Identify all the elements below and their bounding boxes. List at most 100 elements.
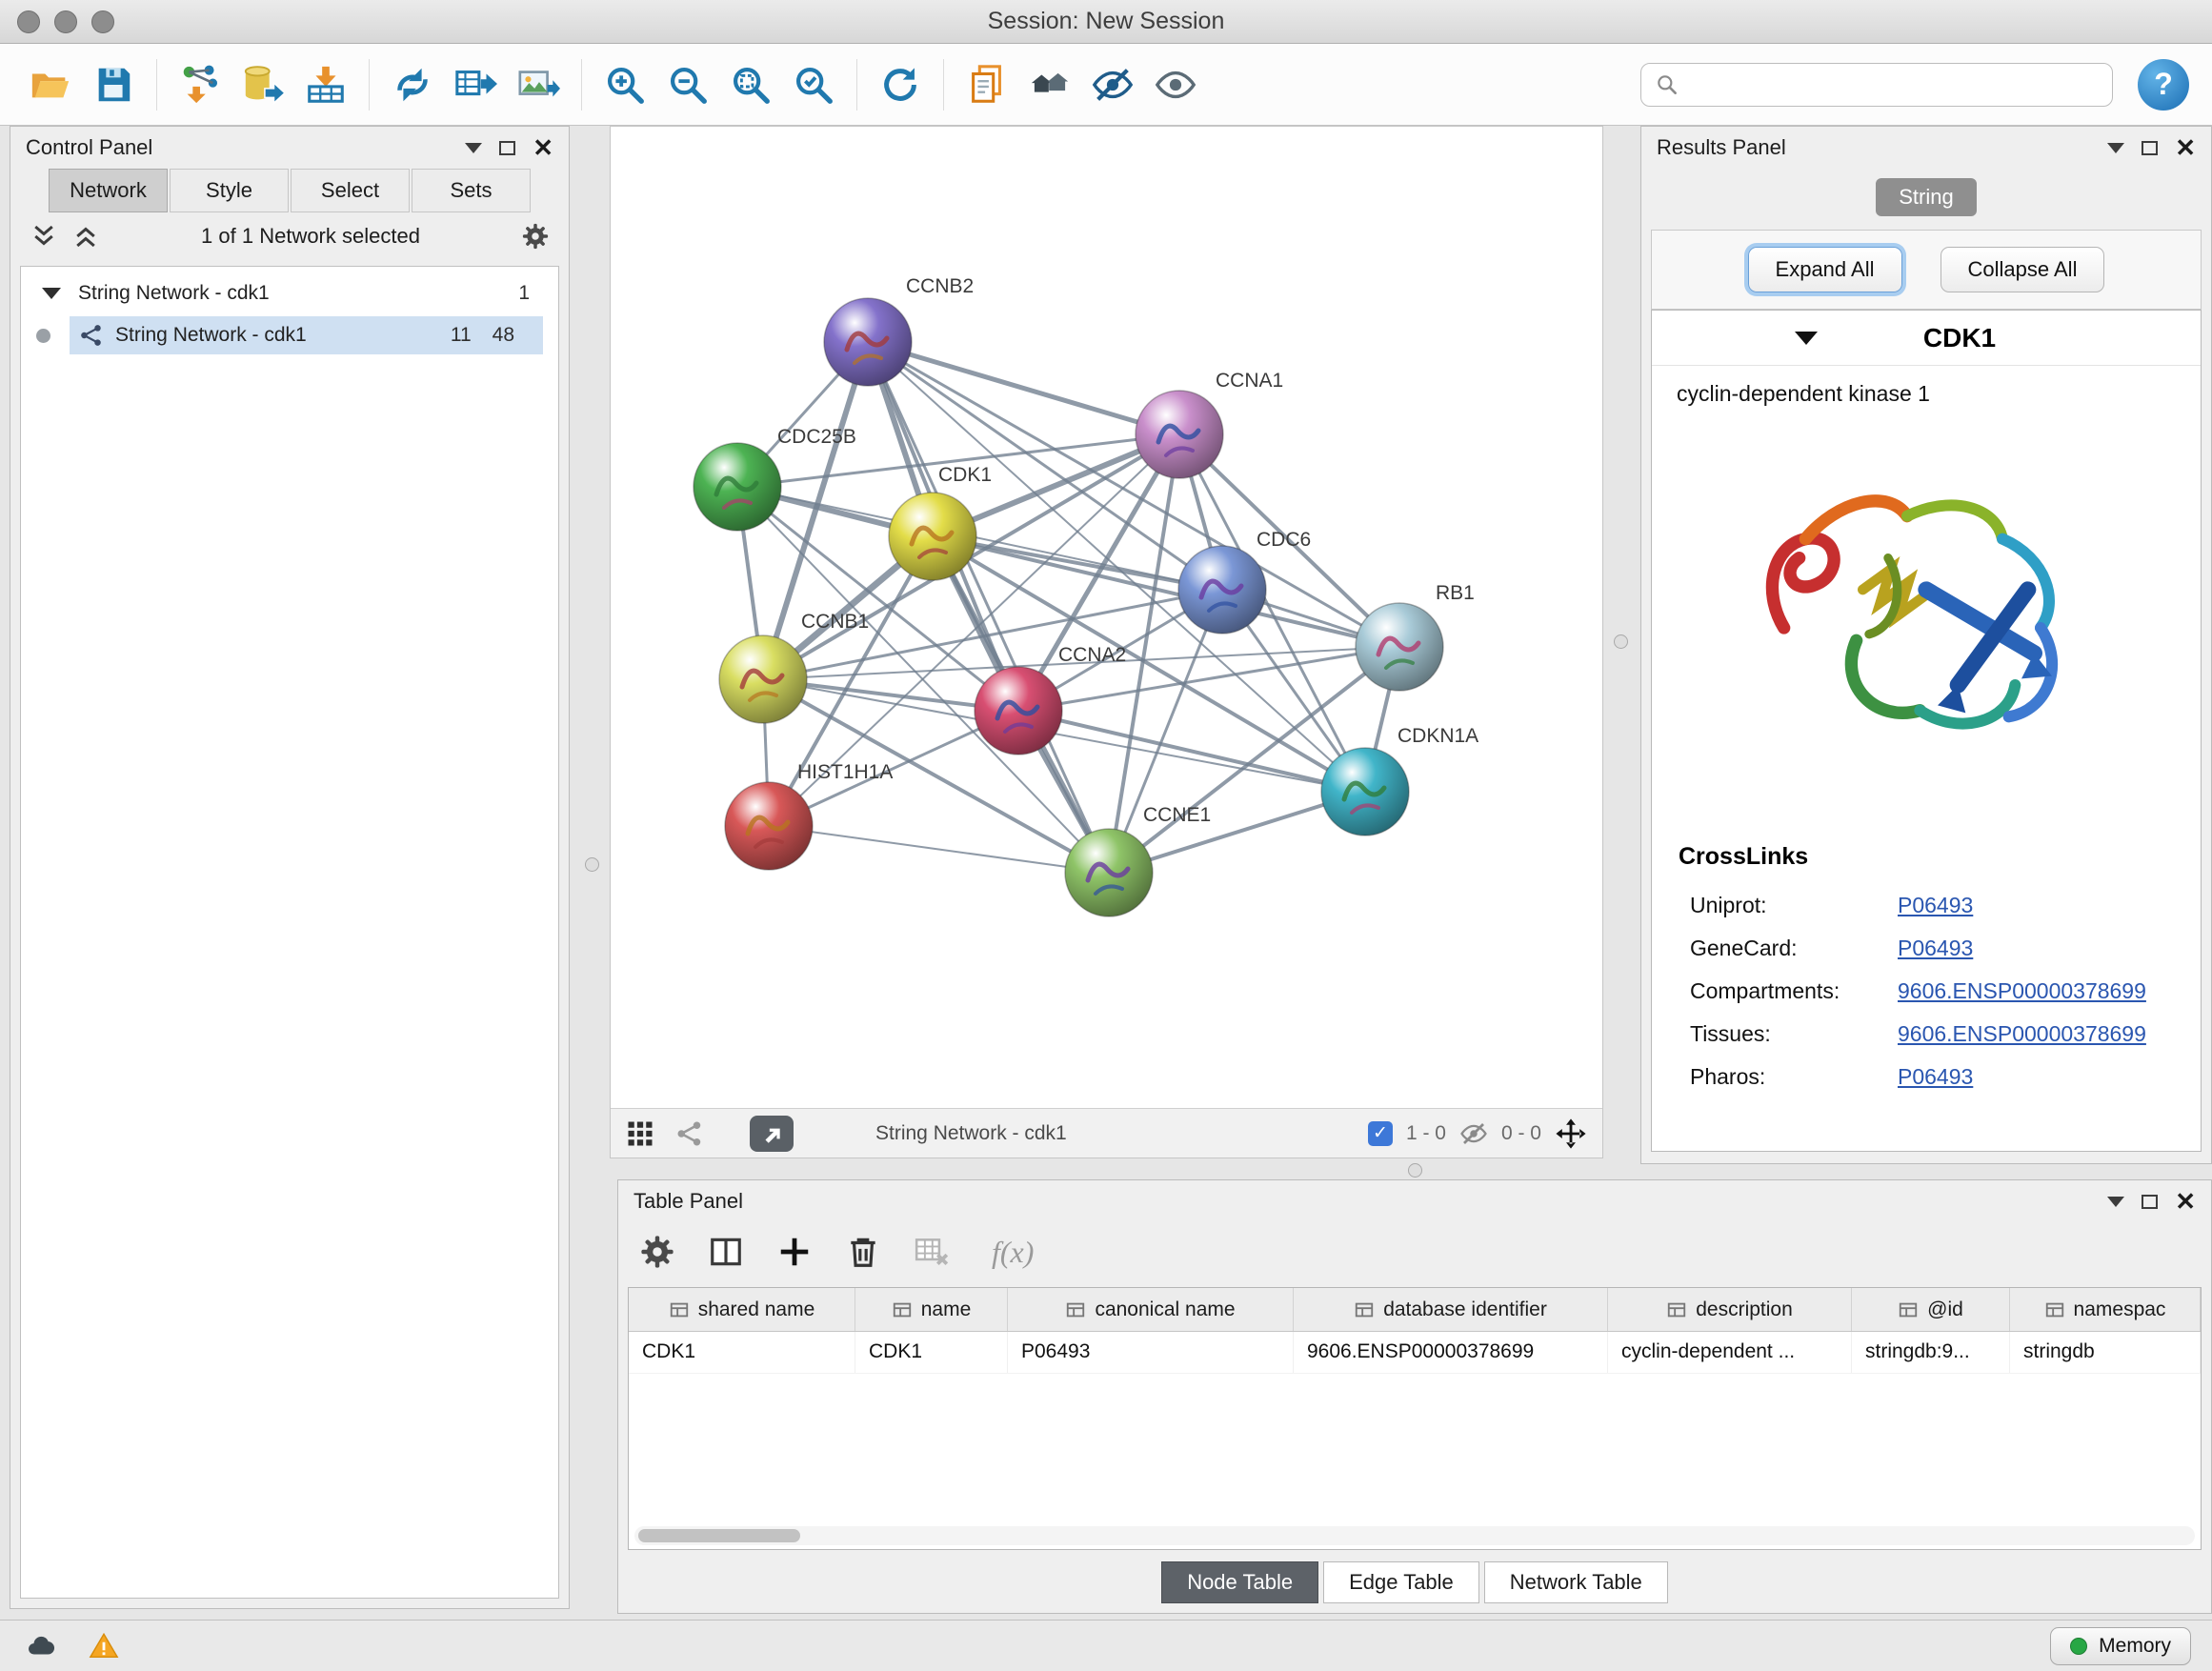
tab-string[interactable]: String [1876, 178, 1976, 216]
new-network-from-selection-button[interactable] [385, 57, 440, 112]
expand-all-icon[interactable] [71, 222, 100, 251]
collapse-all-icon[interactable] [30, 222, 58, 251]
results-toolbar: Expand All Collapse All [1651, 230, 2202, 310]
hidden-eye-slash-icon[interactable] [1459, 1119, 1488, 1148]
zoom-fit-button[interactable] [723, 57, 778, 112]
column-header[interactable]: database identifier [1294, 1288, 1608, 1331]
expand-all-button[interactable]: Expand All [1748, 247, 1902, 292]
maximize-window-button[interactable] [91, 10, 114, 33]
column-header[interactable]: name [855, 1288, 1008, 1331]
tab-sets[interactable]: Sets [412, 169, 531, 212]
table-settings-gear-icon[interactable] [639, 1234, 675, 1270]
control-panel-close-button[interactable]: ✕ [533, 135, 553, 160]
save-session-button[interactable] [86, 57, 141, 112]
cloud-icon[interactable] [21, 1630, 61, 1662]
table-panel-maximize-button[interactable] [2142, 1195, 2158, 1209]
tab-style[interactable]: Style [170, 169, 289, 212]
new-table-button[interactable] [448, 57, 503, 112]
network-node-HIST1H1A[interactable]: HIST1H1A [725, 761, 893, 870]
tab-select[interactable]: Select [291, 169, 410, 212]
show-all-button[interactable] [1148, 57, 1203, 112]
column-header[interactable]: shared name [629, 1288, 855, 1331]
network-edge[interactable] [769, 826, 1109, 873]
table-panel-float-button[interactable] [2107, 1197, 2124, 1207]
pan-move-icon[interactable] [1555, 1117, 1587, 1150]
network-node-CCNB1[interactable]: CCNB1 [719, 611, 869, 723]
tab-node-table[interactable]: Node Table [1161, 1561, 1318, 1603]
results-panel-close-button[interactable]: ✕ [2175, 135, 2196, 160]
table-row[interactable]: CDK1 CDK1 P06493 9606.ENSP00000378699 cy… [629, 1332, 2201, 1374]
warning-icon[interactable] [84, 1630, 124, 1662]
network-collection-row[interactable]: String Network - cdk1 1 [21, 272, 558, 314]
import-table-icon [304, 63, 348, 107]
open-session-button[interactable] [23, 57, 78, 112]
network-edge[interactable] [1018, 711, 1365, 792]
column-header[interactable]: @id [1852, 1288, 2010, 1331]
function-builder-button[interactable]: f(x) [992, 1235, 1034, 1270]
add-column-icon[interactable] [776, 1234, 813, 1270]
node-table: shared name name canonical name database… [628, 1287, 2202, 1550]
control-panel-float-button[interactable] [465, 143, 482, 153]
network-edge[interactable] [868, 342, 1109, 873]
genecard-link[interactable]: P06493 [1898, 936, 1973, 961]
network-canvas[interactable]: CCNB2CCNA1CDC25BCDK1CDC6RB1CCNB1CCNA2CDK… [611, 127, 1602, 1108]
delete-column-icon[interactable] [845, 1234, 881, 1270]
column-header[interactable]: canonical name [1008, 1288, 1294, 1331]
horizontal-scrollbar[interactable] [634, 1526, 2195, 1545]
network-row[interactable]: String Network - cdk1 11 48 [21, 314, 558, 356]
delete-table-icon[interactable] [914, 1234, 950, 1270]
hide-selected-button[interactable] [1085, 57, 1140, 112]
import-network-database-button[interactable] [235, 57, 291, 112]
tissues-link[interactable]: 9606.ENSP00000378699 [1898, 1021, 2146, 1047]
network-node-CCNA1[interactable]: CCNA1 [1136, 370, 1283, 478]
gene-collapse-caret-icon[interactable] [1795, 332, 1818, 345]
network-node-CCNB2[interactable]: CCNB2 [824, 275, 974, 386]
minimize-window-button[interactable] [54, 10, 77, 33]
tree-caret-icon[interactable] [42, 288, 61, 299]
table-panel-close-button[interactable]: ✕ [2175, 1189, 2196, 1214]
select-columns-icon[interactable] [708, 1234, 744, 1270]
import-network-file-button[interactable] [172, 57, 228, 112]
gene-header[interactable]: CDK1 [1652, 311, 2201, 366]
collapse-all-button[interactable]: Collapse All [1941, 247, 2105, 292]
detach-view-button[interactable] [750, 1116, 794, 1152]
network-node-RB1[interactable]: RB1 [1356, 582, 1475, 691]
results-panel-float-button[interactable] [2107, 143, 2124, 153]
scrollbar-thumb[interactable] [638, 1529, 800, 1542]
right-splitter-grip[interactable] [1614, 634, 1628, 649]
tab-network[interactable]: Network [49, 169, 168, 212]
zoom-selected-button[interactable] [786, 57, 841, 112]
help-button[interactable]: ? [2138, 59, 2189, 111]
network-collection-label: String Network - cdk1 [78, 282, 270, 305]
pharos-link[interactable]: P06493 [1898, 1064, 1973, 1090]
column-header[interactable]: description [1608, 1288, 1852, 1331]
close-window-button[interactable] [17, 10, 40, 33]
network-node-CDC6[interactable]: CDC6 [1178, 529, 1311, 634]
search-input[interactable] [1689, 73, 2099, 96]
selected-checkbox[interactable]: ✓ [1368, 1121, 1393, 1146]
column-header[interactable]: namespac [2010, 1288, 2201, 1331]
export-image-button[interactable] [511, 57, 566, 112]
network-node-CDKN1A[interactable]: CDKN1A [1321, 725, 1478, 836]
compartments-link[interactable]: 9606.ENSP00000378699 [1898, 978, 2146, 1004]
home-button[interactable] [1022, 57, 1077, 112]
control-panel-maximize-button[interactable] [499, 141, 515, 155]
bottom-splitter-grip[interactable] [1408, 1163, 1422, 1178]
uniprot-link[interactable]: P06493 [1898, 893, 1973, 918]
gear-icon[interactable] [521, 222, 550, 251]
zoom-in-button[interactable] [597, 57, 653, 112]
zoom-out-button[interactable] [660, 57, 715, 112]
left-splitter-grip[interactable] [585, 857, 599, 872]
share-view-icon[interactable] [675, 1119, 704, 1148]
import-table-button[interactable] [298, 57, 353, 112]
results-panel-maximize-button[interactable] [2142, 141, 2158, 155]
network-edge[interactable] [868, 342, 1179, 434]
grid-view-icon[interactable] [626, 1119, 654, 1148]
copy-document-button[interactable] [959, 57, 1015, 112]
tab-network-table[interactable]: Network Table [1484, 1561, 1668, 1603]
memory-button[interactable]: Memory [2050, 1627, 2191, 1665]
tab-edge-table[interactable]: Edge Table [1323, 1561, 1479, 1603]
toolbar-search[interactable] [1640, 63, 2113, 107]
refresh-button[interactable] [873, 57, 928, 112]
network-edge[interactable] [933, 536, 1399, 647]
